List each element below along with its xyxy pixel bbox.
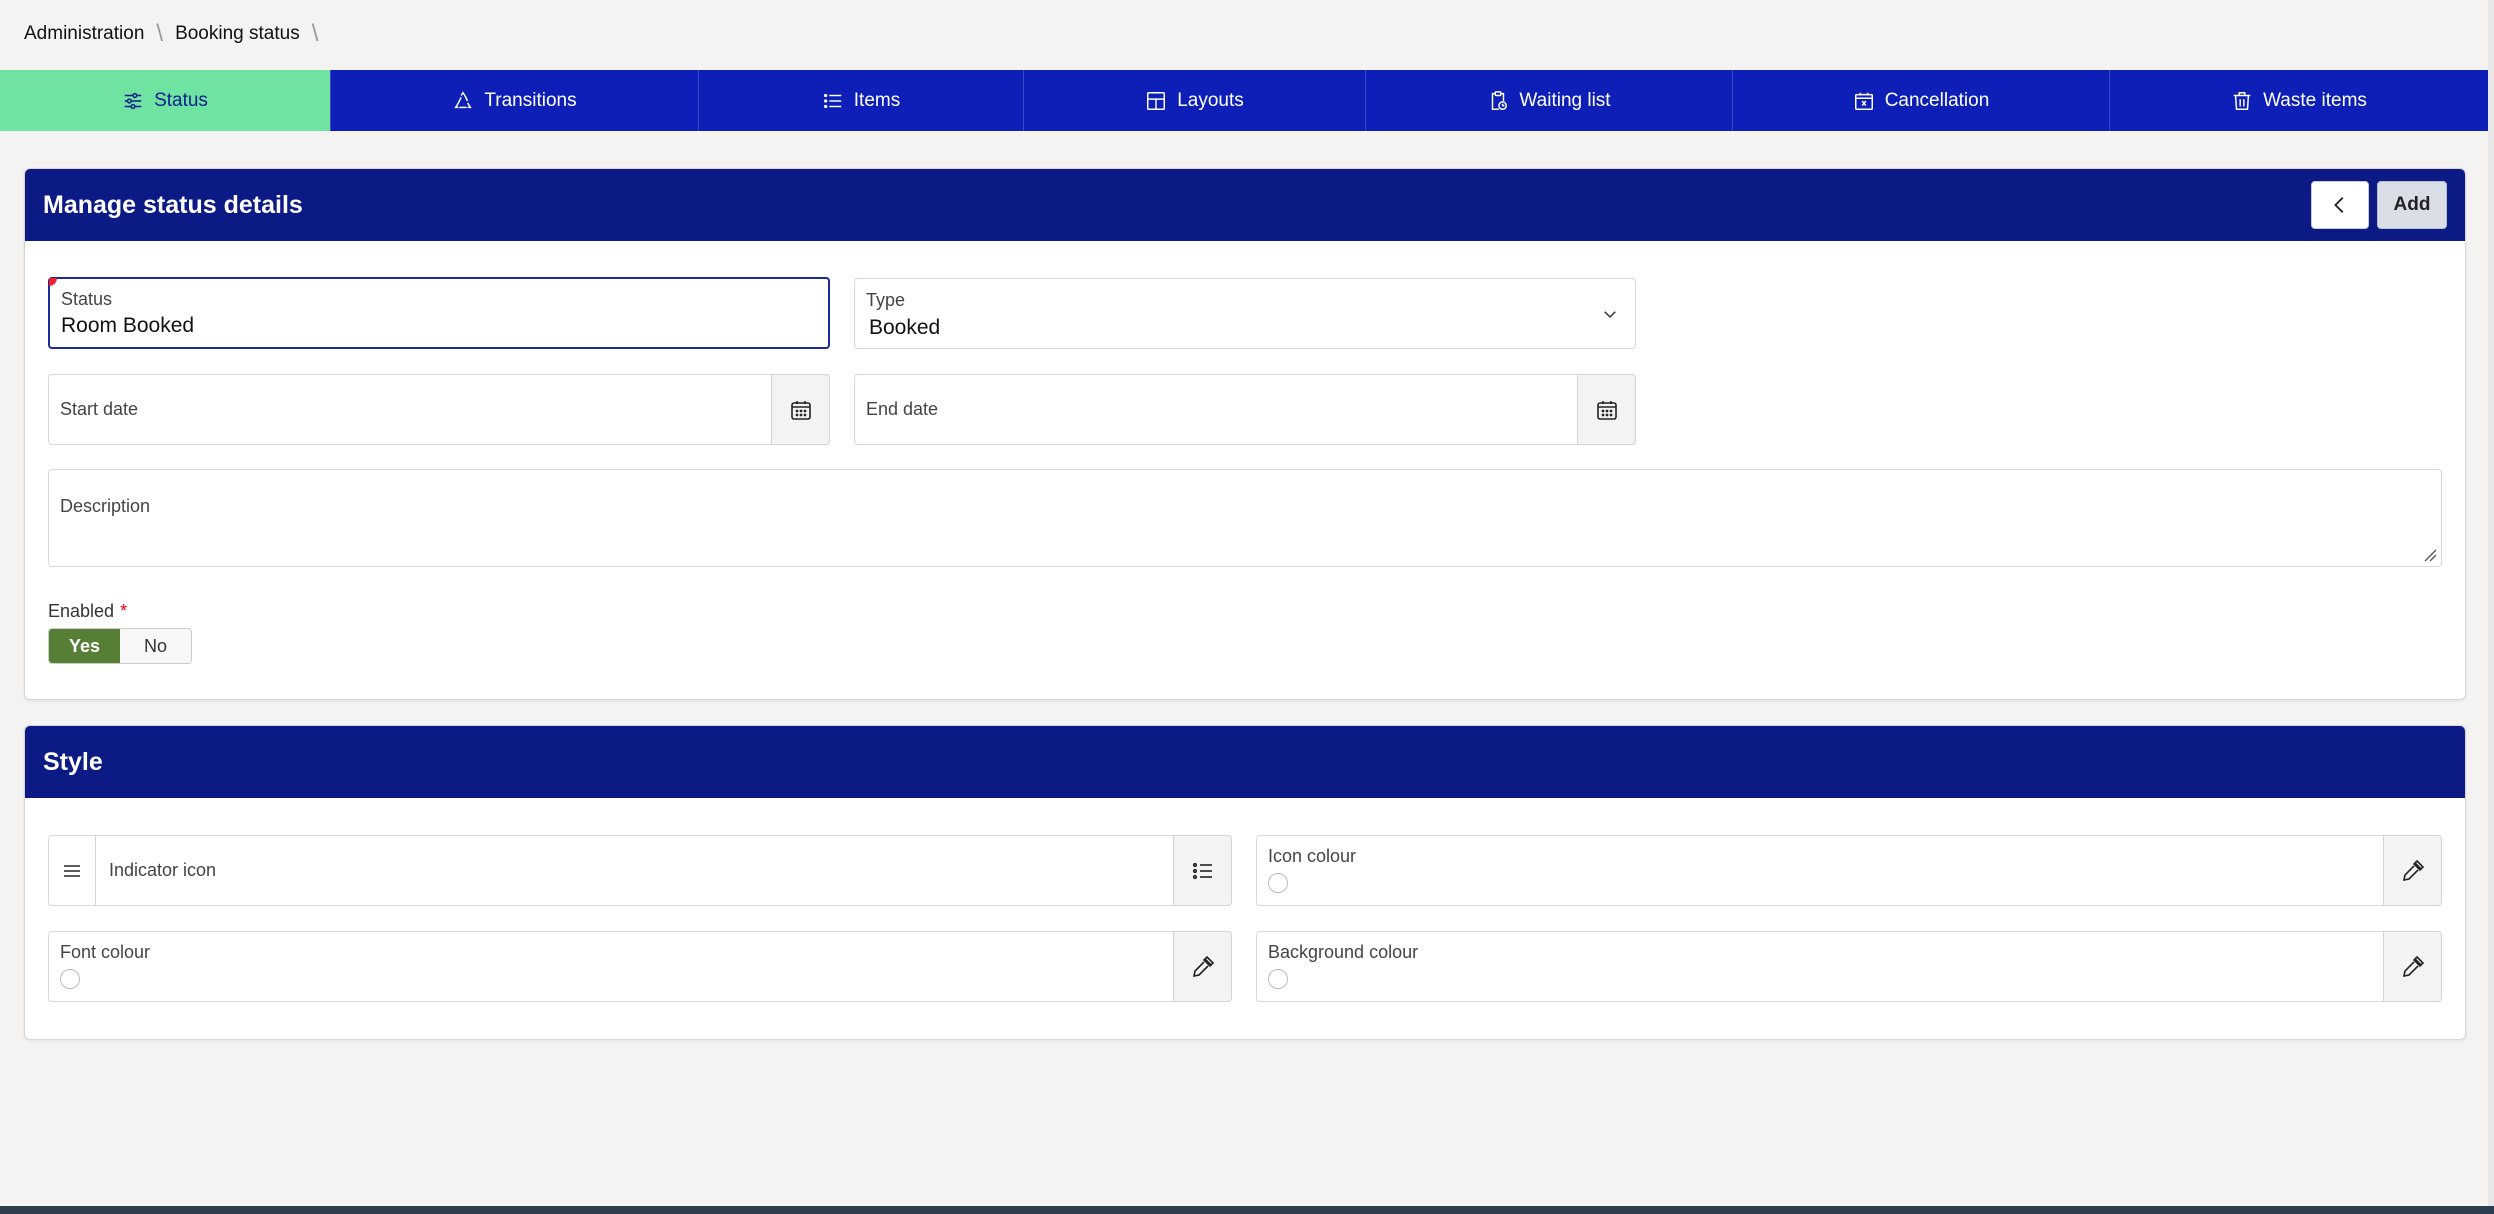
tab-label: Waste items — [2263, 89, 2367, 111]
sliders-icon — [122, 90, 144, 112]
tab-label: Transitions — [484, 89, 577, 111]
menu-icon — [63, 864, 80, 877]
chevron-down-icon — [1604, 311, 1616, 319]
breadcrumb-booking-status[interactable]: Booking status — [175, 23, 300, 45]
tab-label: Waiting list — [1519, 89, 1611, 111]
back-button[interactable] — [2311, 181, 2369, 229]
eyedropper-icon — [1192, 955, 1214, 977]
scrollbar[interactable] — [2488, 0, 2494, 1206]
status-label: Status — [61, 289, 113, 309]
tab-items[interactable]: Items — [699, 70, 1024, 131]
tab-waste-items[interactable]: Waste items — [2110, 70, 2488, 131]
tab-transitions[interactable]: Transitions — [331, 70, 699, 131]
recycle-icon — [452, 90, 474, 112]
background-colour-picker-button[interactable] — [2383, 931, 2442, 1002]
tab-label: Cancellation — [1884, 89, 1990, 111]
breadcrumb-separator: \ — [311, 20, 319, 47]
description-textarea[interactable]: Description — [48, 469, 2442, 567]
breadcrumb-separator: \ — [156, 20, 164, 47]
drag-handle[interactable] — [48, 835, 96, 906]
tab-label: Items — [853, 89, 901, 111]
tab-label: Layouts — [1177, 89, 1244, 111]
enabled-toggle: Yes No — [48, 628, 192, 664]
tab-label: Status — [154, 89, 208, 111]
enabled-no-option[interactable]: No — [120, 629, 191, 663]
end-date-field[interactable]: End date — [854, 374, 1636, 445]
indicator-icon-label: Indicator icon — [109, 860, 217, 880]
type-value: Booked — [869, 316, 941, 339]
start-date-field[interactable]: Start date — [48, 374, 830, 445]
breadcrumb-administration[interactable]: Administration — [24, 23, 144, 45]
colour-swatch — [60, 969, 80, 989]
add-button[interactable]: Add — [2377, 181, 2447, 229]
icon-colour-picker-button[interactable] — [2383, 835, 2442, 906]
card-header: Style — [25, 726, 2465, 798]
list-icon — [822, 90, 844, 112]
card-title: Manage status details — [43, 190, 303, 219]
start-date-label: Start date — [60, 399, 139, 419]
clipboard-clock-icon — [1487, 90, 1509, 112]
footer-bar — [0, 1206, 2494, 1214]
background-colour-field[interactable]: Background colour — [1256, 931, 2442, 1002]
required-asterisk: * — [120, 601, 128, 621]
font-colour-label: Font colour — [60, 942, 151, 962]
background-colour-label: Background colour — [1268, 942, 1419, 962]
required-indicator — [49, 278, 57, 286]
start-date-picker-button[interactable] — [771, 374, 830, 445]
calendar-icon — [790, 400, 811, 420]
icon-colour-field[interactable]: Icon colour — [1256, 835, 2442, 906]
colour-swatch — [1268, 969, 1288, 989]
font-colour-field[interactable]: Font colour — [48, 931, 1232, 1002]
tab-bar: Status Transitions Items Layouts Waiting… — [0, 70, 2488, 131]
calendar-x-icon — [1853, 90, 1875, 112]
card-title: Style — [43, 747, 103, 776]
tab-status[interactable]: Status — [0, 70, 331, 131]
description-label: Description — [60, 496, 151, 516]
eyedropper-icon — [2402, 859, 2424, 881]
eyedropper-icon — [2402, 955, 2424, 977]
tab-layouts[interactable]: Layouts — [1024, 70, 1366, 131]
trash-icon — [2231, 90, 2253, 112]
layout-icon — [1145, 90, 1167, 112]
type-label: Type — [866, 290, 906, 310]
icon-picker-button[interactable] — [1173, 835, 1232, 906]
colour-swatch — [1268, 873, 1288, 893]
status-field[interactable]: Status Room Booked — [48, 277, 830, 349]
icon-colour-label: Icon colour — [1268, 846, 1357, 866]
chevron-left-icon — [2334, 197, 2344, 213]
resize-grip-icon[interactable] — [2423, 548, 2437, 562]
status-value: Room Booked — [61, 314, 195, 337]
calendar-icon — [1596, 400, 1617, 420]
enabled-yes-option[interactable]: Yes — [49, 629, 120, 663]
enabled-label-text: Enabled — [48, 601, 115, 621]
type-select[interactable]: Type Booked — [854, 278, 1636, 349]
tab-waiting-list[interactable]: Waiting list — [1366, 70, 1733, 131]
end-date-label: End date — [866, 399, 939, 419]
indicator-icon-field[interactable]: Indicator icon — [48, 835, 1232, 906]
tab-cancellation[interactable]: Cancellation — [1733, 70, 2110, 131]
breadcrumb: Administration \ Booking status \ — [24, 20, 330, 47]
card-header: Manage status details Add — [25, 169, 2465, 241]
end-date-picker-button[interactable] — [1577, 374, 1636, 445]
font-colour-picker-button[interactable] — [1173, 931, 1232, 1002]
enabled-label: Enabled * — [48, 601, 127, 622]
list-icon — [1192, 862, 1212, 879]
